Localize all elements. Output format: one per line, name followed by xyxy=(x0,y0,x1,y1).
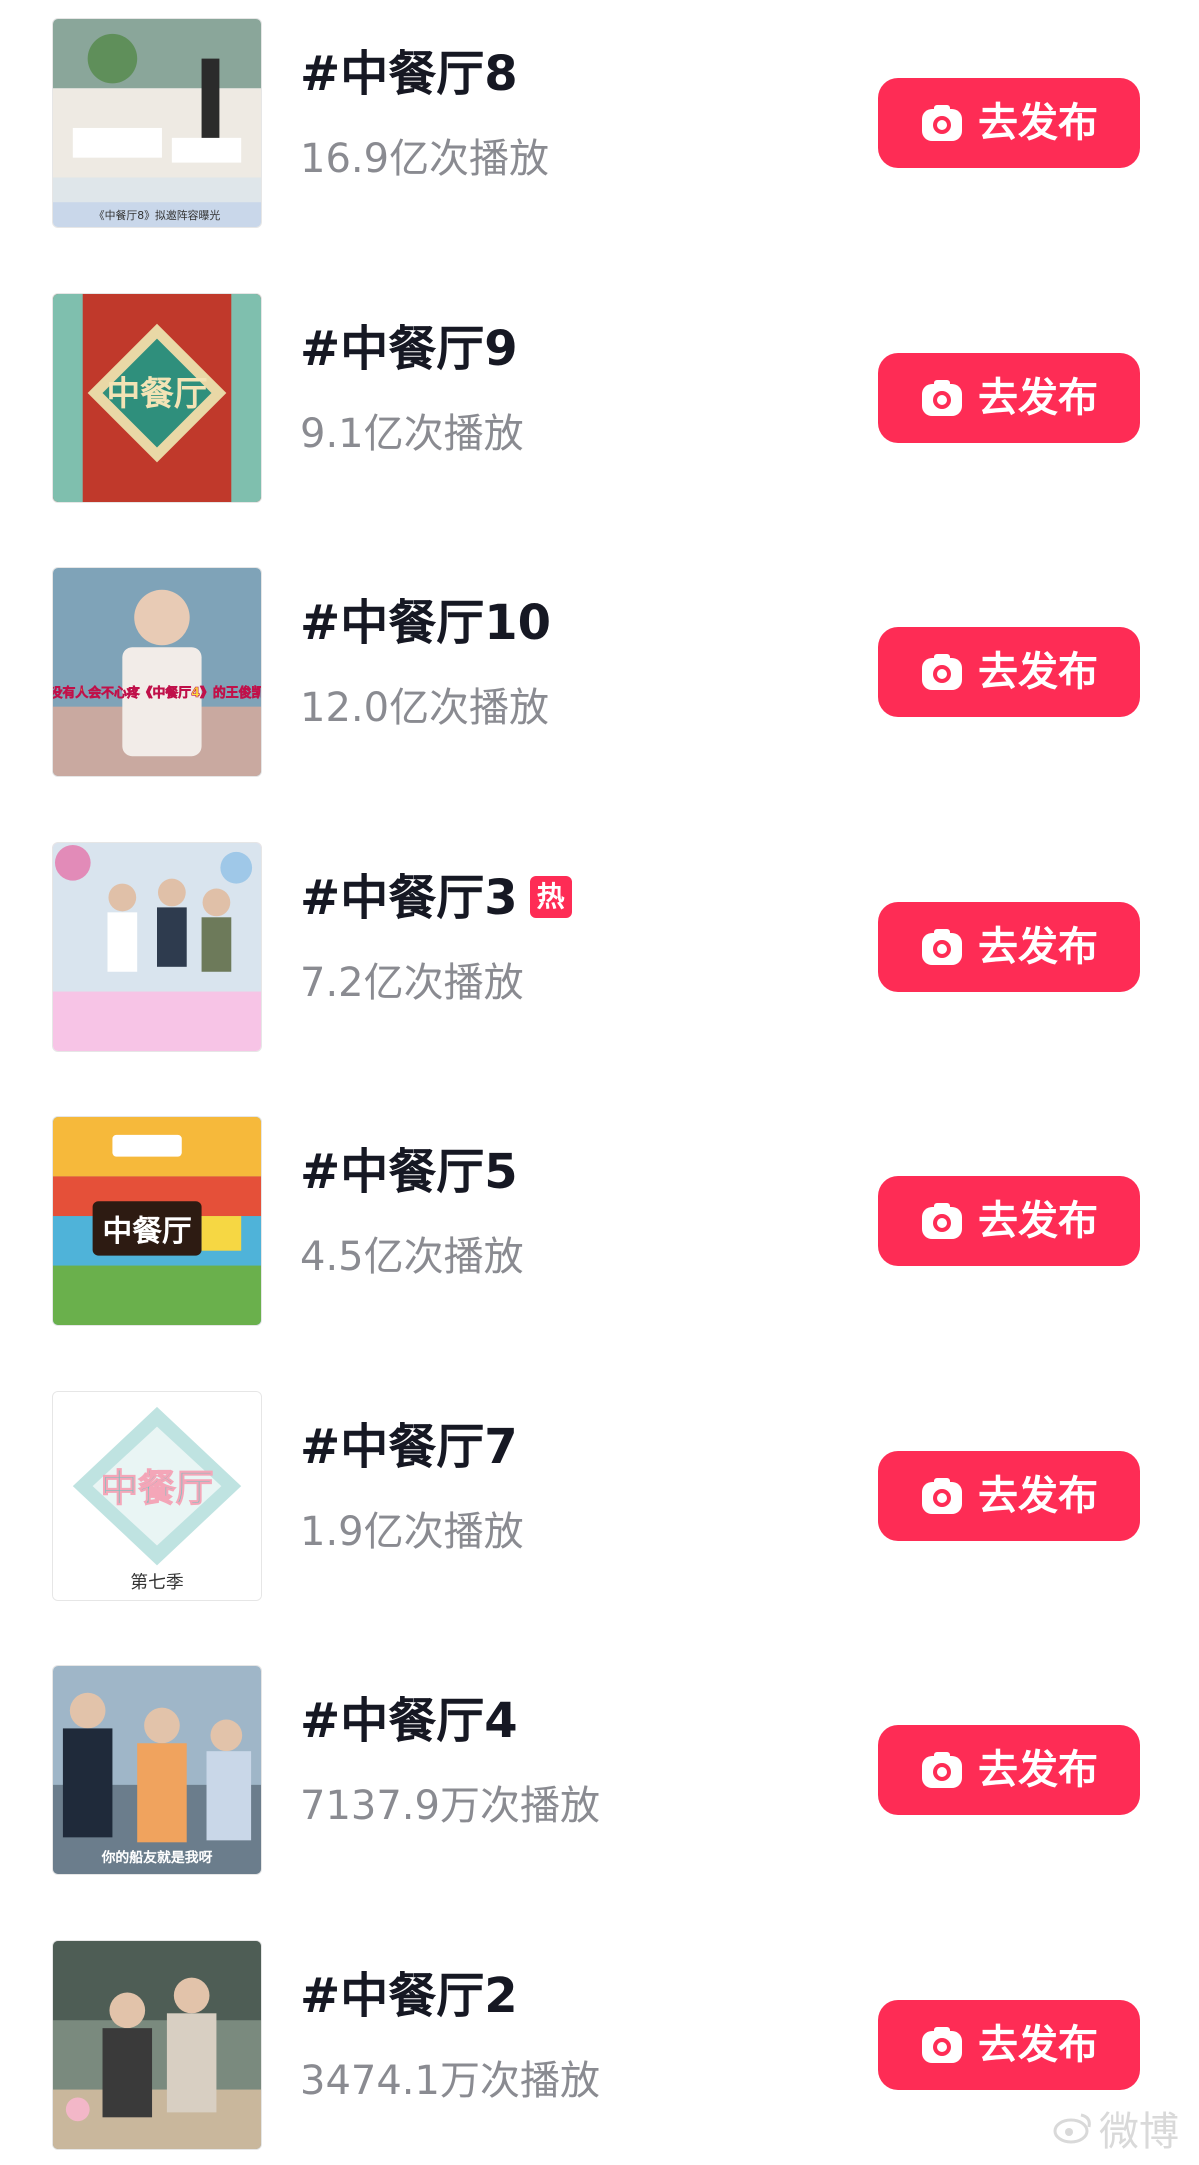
thumb-caption: 你的船友就是我呀 xyxy=(101,1849,213,1866)
topic-title[interactable]: #中餐厅4 xyxy=(300,1693,518,1749)
post-button-label: 去发布 xyxy=(978,649,1098,695)
topic-title[interactable]: #中餐厅5 xyxy=(300,1144,518,1200)
post-button[interactable]: 去发布 xyxy=(878,902,1140,992)
topic-title-text[interactable]: #中餐厅9 xyxy=(300,321,518,377)
topic-title-text[interactable]: #中餐厅7 xyxy=(300,1419,518,1475)
topic-row-2[interactable]: 中餐厅 #中餐厅9 9.1亿次播放 去发布 xyxy=(0,293,1199,503)
thumbnail-image-group xyxy=(53,843,261,1051)
topic-row-1[interactable]: 《中餐厅8》拟邀阵容曝光 #中餐厅8 16.9亿次播放 去发布 xyxy=(0,18,1199,228)
topic-row-3[interactable]: 没有人会不心疼《中餐厅4》的王俊凯 #中餐厅10 12.0亿次播放 去发布 xyxy=(0,567,1199,777)
play-count: 7.2亿次播放 xyxy=(300,960,524,1006)
watermark-text: 微博 xyxy=(1099,2109,1179,2155)
post-button-label: 去发布 xyxy=(978,375,1098,421)
topic-title[interactable]: #中餐厅8 xyxy=(300,46,518,102)
post-button[interactable]: 去发布 xyxy=(878,1176,1140,1266)
post-button[interactable]: 去发布 xyxy=(878,353,1140,443)
camera-icon xyxy=(922,929,962,965)
topic-row-5[interactable]: 中餐厅 #中餐厅5 4.5亿次播放 去发布 xyxy=(0,1116,1199,1326)
post-button-label: 去发布 xyxy=(978,2022,1098,2068)
camera-icon xyxy=(922,380,962,416)
camera-icon xyxy=(922,1752,962,1788)
post-button[interactable]: 去发布 xyxy=(878,1451,1140,1541)
topic-title-text[interactable]: #中餐厅4 xyxy=(300,1693,518,1749)
thumb-caption: 第七季 xyxy=(130,1572,184,1593)
play-count: 4.5亿次播放 xyxy=(300,1234,524,1280)
post-button-label: 去发布 xyxy=(978,1747,1098,1793)
post-button-label: 去发布 xyxy=(978,924,1098,970)
topic-title-text[interactable]: #中餐厅5 xyxy=(300,1144,518,1200)
post-button[interactable]: 去发布 xyxy=(878,78,1140,168)
thumbnail-image-cast: 你的船友就是我呀 xyxy=(53,1666,261,1874)
svg-text:中餐厅: 中餐厅 xyxy=(107,374,208,413)
play-count: 9.1亿次播放 xyxy=(300,411,524,457)
svg-text:中餐厅: 中餐厅 xyxy=(101,1466,214,1510)
topic-row-6[interactable]: 中餐厅 第七季 #中餐厅7 1.9亿次播放 去发布 xyxy=(0,1391,1199,1601)
play-count: 7137.9万次播放 xyxy=(300,1783,600,1829)
post-button-label: 去发布 xyxy=(978,1473,1098,1519)
post-button[interactable]: 去发布 xyxy=(878,2000,1140,2090)
hot-badge: 热 xyxy=(529,876,572,918)
play-count: 1.9亿次播放 xyxy=(300,1509,524,1555)
topic-title-text[interactable]: #中餐厅8 xyxy=(300,46,518,102)
thumbnail-image-restaurant: 《中餐厅8》拟邀阵容曝光 xyxy=(53,19,261,227)
post-button-label: 去发布 xyxy=(978,1198,1098,1244)
camera-icon xyxy=(922,2027,962,2063)
post-button[interactable]: 去发布 xyxy=(878,1725,1140,1815)
thumbnail-image-poster: 中餐厅 xyxy=(53,1117,261,1325)
topic-thumbnail[interactable]: 中餐厅 xyxy=(52,1116,262,1326)
topic-thumbnail[interactable]: 《中餐厅8》拟邀阵容曝光 xyxy=(52,18,262,228)
svg-text:中餐厅: 中餐厅 xyxy=(103,1214,192,1249)
watermark: 微博 xyxy=(1053,2099,1179,2157)
topic-thumbnail[interactable]: 中餐厅 第七季 xyxy=(52,1391,262,1601)
play-count: 16.9亿次播放 xyxy=(300,136,550,182)
thumbnail-image-kitchen xyxy=(53,1941,261,2149)
topic-thumbnail[interactable]: 中餐厅 xyxy=(52,293,262,503)
topic-thumbnail[interactable]: 没有人会不心疼《中餐厅4》的王俊凯 xyxy=(52,567,262,777)
topic-row-8[interactable]: #中餐厅2 3474.1万次播放 去发布 xyxy=(0,1940,1199,2150)
topic-row-7[interactable]: 你的船友就是我呀 #中餐厅4 7137.9万次播放 去发布 xyxy=(0,1665,1199,1875)
weibo-logo-icon xyxy=(1053,2113,1091,2144)
topic-title-text[interactable]: #中餐厅2 xyxy=(300,1968,518,2024)
topic-title[interactable]: #中餐厅3 热 xyxy=(300,870,572,926)
post-button[interactable]: 去发布 xyxy=(878,627,1140,717)
post-button-label: 去发布 xyxy=(978,100,1098,146)
thumb-caption: 没有人会不心疼《中餐厅4》的王俊凯 xyxy=(53,685,261,701)
thumbnail-image-show-logo: 中餐厅 xyxy=(53,294,261,502)
topic-thumbnail[interactable] xyxy=(52,1940,262,2150)
topic-title[interactable]: #中餐厅9 xyxy=(300,321,518,377)
topic-title-text[interactable]: #中餐厅3 xyxy=(300,870,518,926)
topic-thumbnail[interactable] xyxy=(52,842,262,1052)
camera-icon xyxy=(922,105,962,141)
topic-title[interactable]: #中餐厅10 xyxy=(300,595,551,651)
thumbnail-image-logo: 中餐厅 第七季 xyxy=(53,1392,261,1600)
play-count: 3474.1万次播放 xyxy=(300,2058,600,2104)
topic-title-text[interactable]: #中餐厅10 xyxy=(300,595,551,651)
topic-title[interactable]: #中餐厅7 xyxy=(300,1419,518,1475)
camera-icon xyxy=(922,654,962,690)
camera-icon xyxy=(922,1478,962,1514)
thumb-caption: 《中餐厅8》拟邀阵容曝光 xyxy=(94,208,221,222)
thumbnail-image-person: 没有人会不心疼《中餐厅4》的王俊凯 xyxy=(53,568,261,776)
topic-row-4[interactable]: #中餐厅3 热 7.2亿次播放 去发布 xyxy=(0,842,1199,1052)
camera-icon xyxy=(922,1203,962,1239)
topic-title[interactable]: #中餐厅2 xyxy=(300,1968,518,2024)
topic-thumbnail[interactable]: 你的船友就是我呀 xyxy=(52,1665,262,1875)
play-count: 12.0亿次播放 xyxy=(300,685,550,731)
